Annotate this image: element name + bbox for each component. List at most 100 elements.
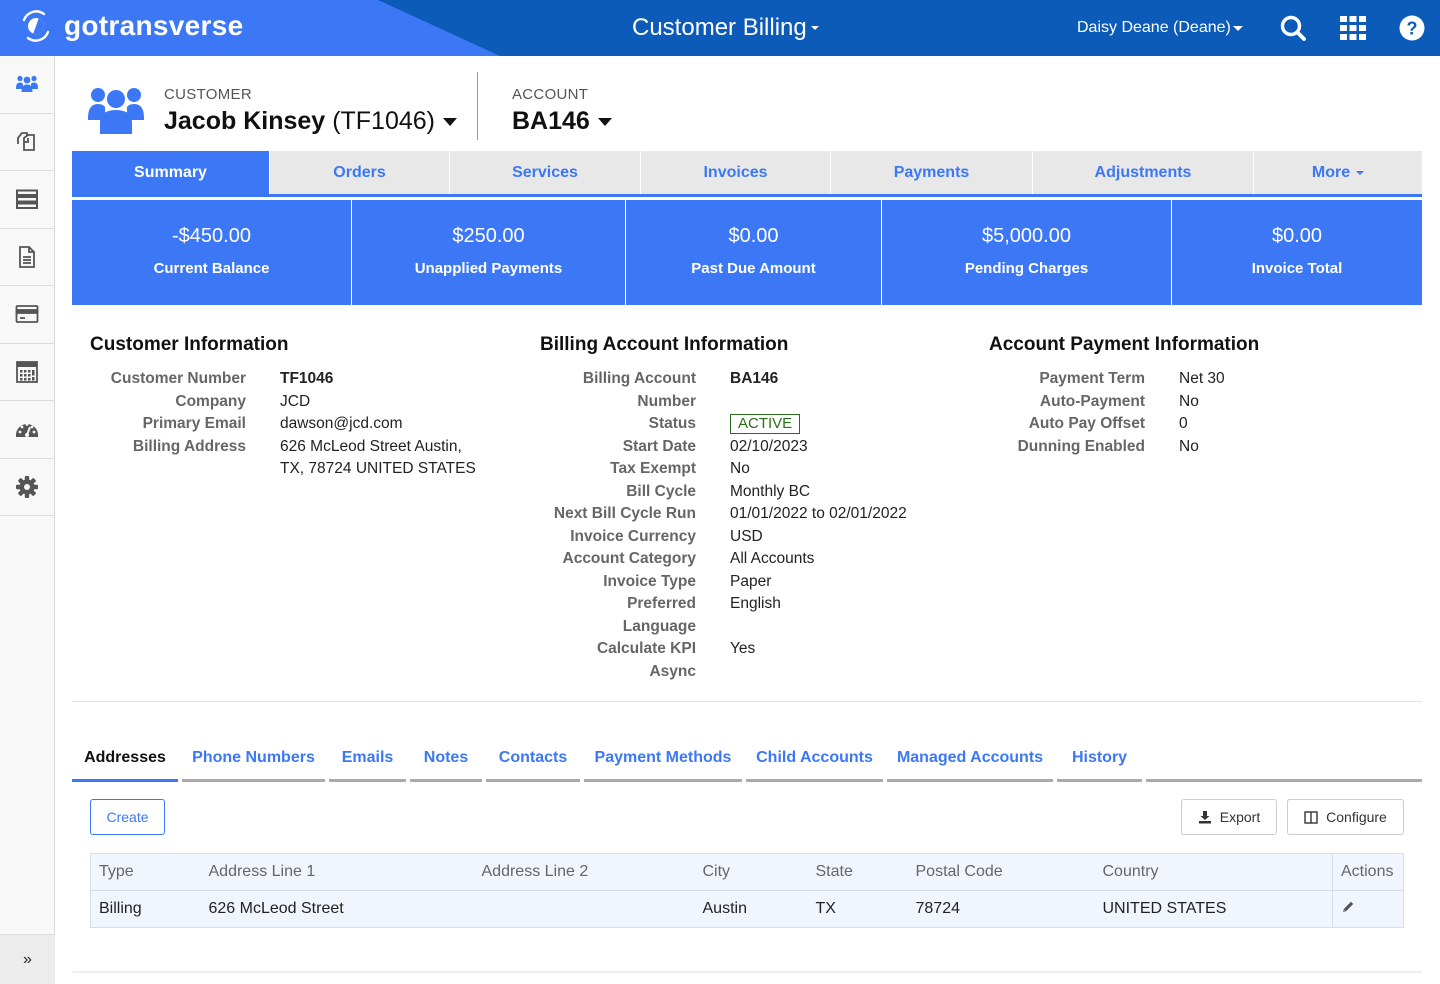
column-header[interactable]: City — [694, 853, 808, 891]
configure-button[interactable]: Configure — [1287, 799, 1404, 835]
info-value: USD — [730, 527, 763, 545]
tab-summary[interactable]: Summary — [72, 151, 270, 194]
info-row: Bill Cycle Monthly BC — [540, 481, 907, 504]
info-label: Payment Term — [1039, 370, 1145, 387]
subtab-filler — [1146, 736, 1422, 782]
info-label: Calculate KPI Async — [540, 638, 696, 683]
main-tabs: Summary Orders Services Invoices Payment… — [72, 151, 1422, 197]
tab-orders[interactable]: Orders — [270, 151, 450, 194]
customer-selector[interactable]: Jacob Kinsey (TF1046) — [164, 107, 457, 136]
cell-actions — [1332, 890, 1404, 928]
info-label: Next Bill Cycle Run — [553, 505, 696, 522]
kpi-invoice-total: $0.00 Invoice Total — [1172, 200, 1422, 305]
customer-header: CUSTOMER Jacob Kinsey (TF1046) ACCOUNT B… — [88, 72, 612, 140]
button-label: Export — [1219, 809, 1261, 825]
tab-adjustments[interactable]: Adjustments — [1033, 151, 1254, 194]
sidebar-item-payments[interactable] — [0, 286, 54, 344]
info-row: Status ACTIVE — [540, 413, 907, 436]
tab-label: Child Accounts — [756, 748, 873, 766]
account-selector[interactable]: BA146 — [512, 107, 612, 136]
subtab-history[interactable]: History — [1057, 736, 1142, 782]
info-value: Yes — [730, 640, 756, 657]
subtab-emails[interactable]: Emails — [329, 736, 406, 782]
tab-payments[interactable]: Payments — [831, 151, 1033, 194]
subtab-child-accounts[interactable]: Child Accounts — [746, 736, 883, 782]
subtab-contacts[interactable]: Contacts — [486, 736, 580, 782]
tab-label: Managed Accounts — [896, 748, 1044, 766]
info-label: Billing Account Number — [540, 368, 696, 413]
info-label: Company — [175, 392, 246, 410]
info-row: Start Date 02/10/2023 — [540, 436, 907, 459]
kpi-unapplied-payments: $250.00 Unapplied Payments — [352, 200, 626, 305]
search-icon[interactable] — [1279, 14, 1307, 42]
help-icon[interactable]: ? — [1398, 14, 1426, 42]
tab-label: Invoices — [703, 163, 768, 181]
create-button[interactable]: Create — [90, 799, 165, 835]
tab-label: Services — [512, 163, 578, 181]
subtab-addresses[interactable]: Addresses — [72, 736, 178, 782]
cell-type: Billing — [90, 890, 201, 928]
tab-label: History — [1071, 748, 1128, 766]
button-label: Create — [106, 809, 149, 825]
info-row: Company JCD — [90, 391, 476, 414]
sidebar-item-calculator[interactable] — [0, 344, 54, 401]
sidebar-item-services[interactable] — [0, 171, 54, 229]
kpi-pending-charges: $5,000.00 Pending Charges — [882, 200, 1172, 305]
sidebar-item-dashboard[interactable] — [0, 401, 54, 459]
sidebar-item-catalog[interactable] — [0, 114, 54, 171]
kpi-value: $250.00 — [452, 224, 525, 247]
user-menu[interactable]: Daisy Deane (Deane) — [1077, 19, 1243, 37]
tab-invoices[interactable]: Invoices — [641, 151, 831, 194]
kpi-value: -$450.00 — [172, 224, 251, 247]
section-title: Billing Account Information — [540, 334, 789, 355]
sidebar-item-settings[interactable] — [0, 459, 54, 516]
info-row: Auto-Payment No — [989, 391, 1259, 414]
column-header[interactable]: Postal Code — [907, 853, 1095, 891]
tab-services[interactable]: Services — [450, 151, 641, 194]
column-header[interactable]: Type — [90, 853, 201, 891]
app-switcher[interactable]: Customer Billing — [632, 14, 819, 42]
subtab-phone-numbers[interactable]: Phone Numbers — [182, 736, 325, 782]
info-value: All Accounts — [730, 550, 815, 567]
cell-address-line-1: 626 McLeod Street — [200, 890, 474, 928]
calculator-icon — [16, 360, 38, 383]
subtab-payment-methods[interactable]: Payment Methods — [584, 736, 742, 782]
info-value: Paper — [730, 572, 772, 590]
brand-logo-link[interactable]: gotransverse — [18, 8, 243, 44]
customer-label: CUSTOMER — [164, 86, 252, 103]
column-header[interactable]: Address Line 2 — [473, 853, 695, 891]
column-header[interactable]: State — [807, 853, 908, 891]
tab-more[interactable]: More — [1254, 151, 1422, 194]
info-value: 01/01/2022 to 02/01/2022 — [730, 505, 907, 522]
sidebar-expand-button[interactable]: » — [0, 934, 55, 984]
tab-label: Orders — [333, 163, 386, 181]
tab-label: Emails — [341, 748, 394, 766]
section-title: Account Payment Information — [989, 334, 1260, 355]
caret-down-icon — [597, 117, 612, 126]
label-line: Calculate KPI — [596, 640, 696, 657]
tab-label: Payment Methods — [594, 748, 732, 766]
info-value: dawson@jcd.com — [280, 415, 403, 432]
subtab-notes[interactable]: Notes — [410, 736, 482, 782]
info-value: 626 McLeod Street Austin, TX, 78724 UNIT… — [246, 436, 476, 481]
info-row: Customer Number TF1046 — [90, 368, 476, 391]
apps-grid-icon[interactable] — [1339, 14, 1367, 42]
column-header[interactable]: Country — [1094, 853, 1333, 891]
account-label: ACCOUNT — [512, 86, 589, 103]
export-button[interactable]: Export — [1181, 799, 1277, 835]
customer-id: (TF1046) — [332, 107, 435, 135]
section-divider — [72, 701, 1422, 702]
account-selector-block: ACCOUNT BA146 — [512, 82, 612, 136]
top-bar: gotransverse Customer Billing Daisy Dean… — [0, 0, 1440, 56]
label-line: Billing Account — [582, 370, 696, 387]
tab-label: Addresses — [84, 748, 166, 766]
edit-pencil-icon[interactable] — [1341, 900, 1355, 914]
sidebar-item-customers[interactable] — [0, 56, 54, 114]
billing-account-information-section: Billing Account Information Billing Acco… — [540, 334, 907, 683]
download-icon — [1198, 811, 1211, 824]
column-header[interactable]: Address Line 1 — [200, 853, 474, 891]
sidebar-item-invoices[interactable] — [0, 229, 54, 286]
cell-state: TX — [807, 890, 908, 928]
subtab-managed-accounts[interactable]: Managed Accounts — [887, 736, 1053, 782]
info-row: Tax Exempt No — [540, 458, 907, 481]
